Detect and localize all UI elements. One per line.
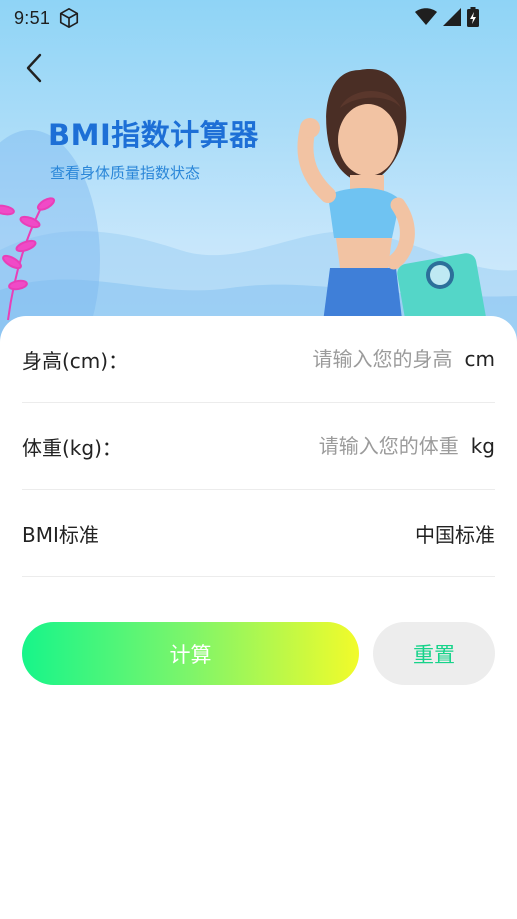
bmi-standard-label: BMI标准: [22, 522, 99, 547]
battery-icon: [467, 7, 479, 27]
height-unit: cm: [464, 347, 495, 371]
reset-button[interactable]: 重置: [373, 622, 495, 685]
form-card: 身高(cm)： cm 体重(kg)： kg BMI标准 中国标准: [0, 316, 517, 919]
status-time: 9:51: [14, 7, 51, 28]
bmi-standard-row[interactable]: BMI标准 中国标准: [22, 490, 495, 577]
header-banner: 9:51 BMI指数计算器 查看身体质量指数状态: [0, 0, 517, 345]
height-row: 身高(cm)： cm: [22, 316, 495, 403]
height-input[interactable]: [272, 347, 453, 371]
status-icons: [415, 7, 479, 27]
weight-input[interactable]: [278, 434, 459, 458]
wifi-icon: [415, 8, 437, 25]
signal-icon: [443, 8, 461, 26]
status-bar: 9:51: [0, 0, 517, 36]
back-button[interactable]: [16, 48, 52, 88]
page-subtitle: 查看身体质量指数状态: [50, 164, 201, 182]
height-label: 身高(cm)：: [22, 348, 129, 373]
bmi-standard-selector[interactable]: 中国标准: [415, 519, 495, 548]
page-title: BMI指数计算器: [48, 118, 259, 152]
weight-input-group: kg: [278, 434, 495, 458]
chevron-left-icon: [26, 53, 42, 83]
height-input-group: cm: [272, 347, 495, 371]
cube-icon: [60, 8, 79, 28]
bmi-standard-value: 中国标准: [415, 522, 495, 547]
weight-label: 体重(kg)：: [22, 435, 122, 460]
weight-row: 体重(kg)： kg: [22, 403, 495, 490]
weight-unit: kg: [470, 434, 495, 458]
calculate-button[interactable]: 计算: [22, 622, 359, 685]
